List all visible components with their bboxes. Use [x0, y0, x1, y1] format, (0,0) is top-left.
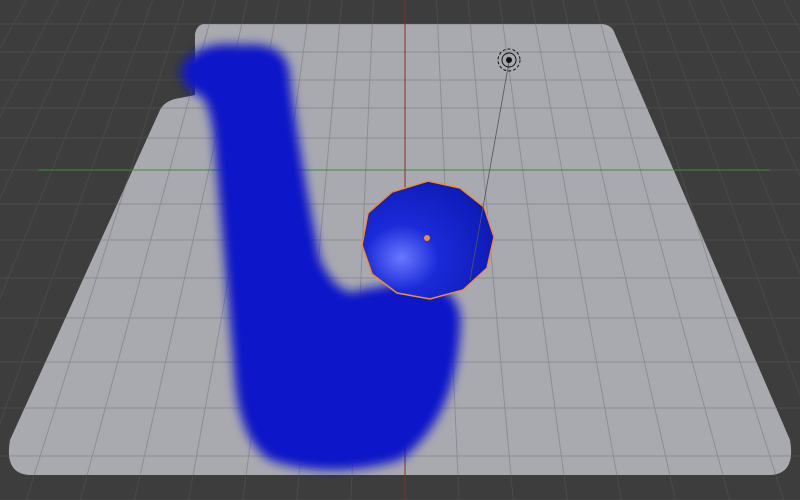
viewport-canvas[interactable] — [0, 0, 800, 500]
origin-dot — [424, 235, 430, 241]
3d-viewport[interactable] — [0, 0, 800, 500]
